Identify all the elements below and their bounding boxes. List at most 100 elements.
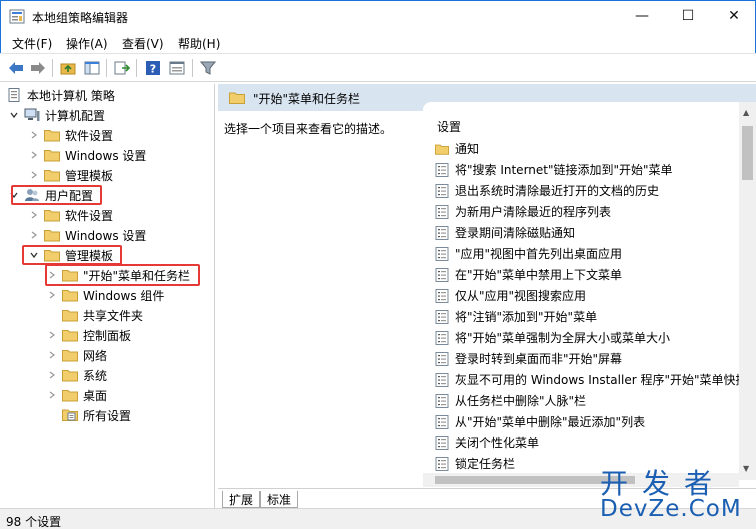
menu-bar: 文件(F) 操作(A) 查看(V) 帮助(H) bbox=[0, 31, 756, 53]
chevron-right-icon[interactable] bbox=[46, 289, 58, 301]
chevron-down-icon[interactable] bbox=[8, 109, 20, 121]
tree-item-shared-folders[interactable]: 共享文件夹 bbox=[62, 305, 143, 325]
tab-standard[interactable]: 标准 bbox=[260, 491, 299, 508]
minimize-button[interactable]: — bbox=[619, 1, 665, 31]
folder-icon bbox=[62, 370, 78, 382]
show-hide-tree-icon bbox=[84, 61, 100, 75]
tab-extended[interactable]: 扩展 bbox=[222, 491, 261, 508]
list-item[interactable]: "应用"视图中首先列出桌面应用 bbox=[435, 243, 622, 264]
back-button[interactable] bbox=[6, 58, 26, 78]
folder-icon bbox=[229, 92, 245, 104]
folder-icon bbox=[44, 150, 60, 162]
help-button[interactable]: ? bbox=[143, 58, 163, 78]
scroll-thumb[interactable] bbox=[742, 126, 753, 180]
list-item[interactable]: 将"搜索 Internet"链接添加到"开始"菜单 bbox=[435, 159, 673, 180]
policy-setting-icon bbox=[435, 225, 449, 240]
toolbar-separator bbox=[192, 59, 193, 77]
chevron-right-icon[interactable] bbox=[28, 149, 40, 161]
chevron-right-icon[interactable] bbox=[28, 129, 40, 141]
tree-item-software-settings[interactable]: 软件设置 bbox=[28, 125, 113, 145]
list-item[interactable]: 登录时转到桌面而非"开始"屏幕 bbox=[435, 348, 622, 369]
tree-item-windows-settings[interactable]: Windows 设置 bbox=[28, 145, 146, 165]
list-item[interactable]: 从"开始"菜单中删除"最近添加"列表 bbox=[435, 411, 645, 432]
chevron-right-icon[interactable] bbox=[46, 369, 58, 381]
list-item[interactable]: 在"开始"菜单中禁用上下文菜单 bbox=[435, 264, 622, 285]
tree-label: 所有设置 bbox=[83, 408, 132, 423]
vertical-scrollbar[interactable]: ▲ ▼ bbox=[739, 102, 756, 480]
policy-document-icon bbox=[8, 88, 20, 102]
list-item[interactable]: 从任务栏中删除"人脉"栏 bbox=[435, 390, 586, 411]
policy-setting-icon bbox=[435, 414, 449, 429]
tree-item-admin-templates[interactable]: 管理模板 bbox=[28, 165, 113, 185]
chevron-right-icon[interactable] bbox=[46, 349, 58, 361]
list-item[interactable]: 将"开始"菜单强制为全屏大小或菜单大小 bbox=[435, 327, 670, 348]
tree-label: 桌面 bbox=[83, 388, 108, 403]
show-hide-tree-button[interactable] bbox=[82, 58, 102, 78]
close-button[interactable]: ✕ bbox=[711, 1, 756, 31]
list-item-label: 退出系统时清除最近打开的文档的历史 bbox=[455, 184, 660, 198]
list-item[interactable]: 将"注销"添加到"开始"菜单 bbox=[435, 306, 597, 327]
list-item[interactable]: 关闭个性化菜单 bbox=[435, 432, 539, 453]
list-item[interactable]: 登录期间清除磁贴通知 bbox=[435, 222, 575, 243]
menu-help[interactable]: 帮助(H) bbox=[178, 35, 220, 52]
chevron-right-icon[interactable] bbox=[46, 329, 58, 341]
forward-arrow-icon bbox=[31, 62, 45, 74]
tree-item-network[interactable]: 网络 bbox=[46, 345, 107, 365]
watermark: 开发者 DevZe.CoM bbox=[600, 462, 750, 526]
tree-item-windows-settings[interactable]: Windows 设置 bbox=[28, 225, 146, 245]
tree-label: 软件设置 bbox=[65, 128, 114, 143]
tree-item-system[interactable]: 系统 bbox=[46, 365, 107, 385]
list-item[interactable]: 通知 bbox=[435, 138, 479, 159]
details-title: "开始"菜单和任务栏 bbox=[253, 92, 361, 106]
maximize-button[interactable]: ☐ bbox=[665, 1, 711, 31]
list-item[interactable]: 灰显不可用的 Windows Installer 程序"开始"菜单快捷 bbox=[435, 369, 748, 390]
tree-item-root[interactable]: 本地计算机 策略 bbox=[6, 85, 115, 105]
tree-item-all-settings[interactable]: 所有设置 bbox=[62, 405, 131, 425]
column-header-setting[interactable]: 设置 bbox=[437, 118, 461, 135]
chevron-right-icon[interactable] bbox=[28, 209, 40, 221]
forward-button[interactable] bbox=[28, 58, 48, 78]
chevron-right-icon[interactable] bbox=[28, 169, 40, 181]
folder-icon bbox=[44, 130, 60, 142]
folder-icon bbox=[44, 170, 60, 182]
svg-text:?: ? bbox=[150, 63, 156, 76]
computer-icon bbox=[24, 108, 40, 121]
menu-action[interactable]: 操作(A) bbox=[66, 35, 108, 52]
list-item[interactable]: 锁定任务栏 bbox=[435, 453, 515, 474]
tree-item-windows-components[interactable]: Windows 组件 bbox=[46, 285, 164, 305]
tree-item-computer-config[interactable]: 计算机配置 bbox=[8, 105, 105, 125]
highlight-box bbox=[11, 185, 102, 205]
toolbar-separator bbox=[136, 59, 137, 77]
list-item-label: 关闭个性化菜单 bbox=[455, 436, 540, 450]
tree-label: 软件设置 bbox=[65, 208, 114, 223]
list-item[interactable]: 退出系统时清除最近打开的文档的历史 bbox=[435, 180, 659, 201]
scroll-up-icon[interactable]: ▲ bbox=[743, 108, 749, 117]
tree-label: 本地计算机 策略 bbox=[27, 88, 115, 103]
tree-item-control-panel[interactable]: 控制面板 bbox=[46, 325, 131, 345]
tree-item-desktop[interactable]: 桌面 bbox=[46, 385, 107, 405]
chevron-right-icon[interactable] bbox=[46, 389, 58, 401]
settings-count: 98 个设置 bbox=[6, 515, 62, 529]
list-item[interactable]: 为新用户清除最近的程序列表 bbox=[435, 201, 611, 222]
list-item-label: 将"开始"菜单强制为全屏大小或菜单大小 bbox=[455, 331, 671, 345]
highlight-box bbox=[45, 264, 200, 286]
menu-file[interactable]: 文件(F) bbox=[12, 35, 52, 52]
tree-item-software-settings[interactable]: 软件设置 bbox=[28, 205, 113, 225]
up-button[interactable] bbox=[58, 58, 78, 78]
filter-button[interactable] bbox=[198, 58, 218, 78]
policy-setting-icon bbox=[435, 351, 449, 366]
folder-icon bbox=[44, 210, 60, 222]
list-item-label: "应用"视图中首先列出桌面应用 bbox=[455, 247, 623, 261]
folder-icon bbox=[435, 144, 449, 155]
chevron-right-icon[interactable] bbox=[28, 229, 40, 241]
tree-label: Windows 组件 bbox=[83, 288, 165, 303]
list-item[interactable]: 仅从"应用"视图搜索应用 bbox=[435, 285, 586, 306]
properties-button[interactable] bbox=[167, 58, 187, 78]
list-item-label: 在"开始"菜单中禁用上下文菜单 bbox=[455, 268, 623, 282]
folder-icon bbox=[62, 310, 78, 322]
toolbar-separator bbox=[52, 59, 53, 77]
tree-label: 系统 bbox=[83, 368, 108, 383]
export-list-button[interactable] bbox=[112, 58, 132, 78]
menu-view[interactable]: 查看(V) bbox=[122, 35, 164, 52]
export-list-icon bbox=[114, 61, 130, 75]
